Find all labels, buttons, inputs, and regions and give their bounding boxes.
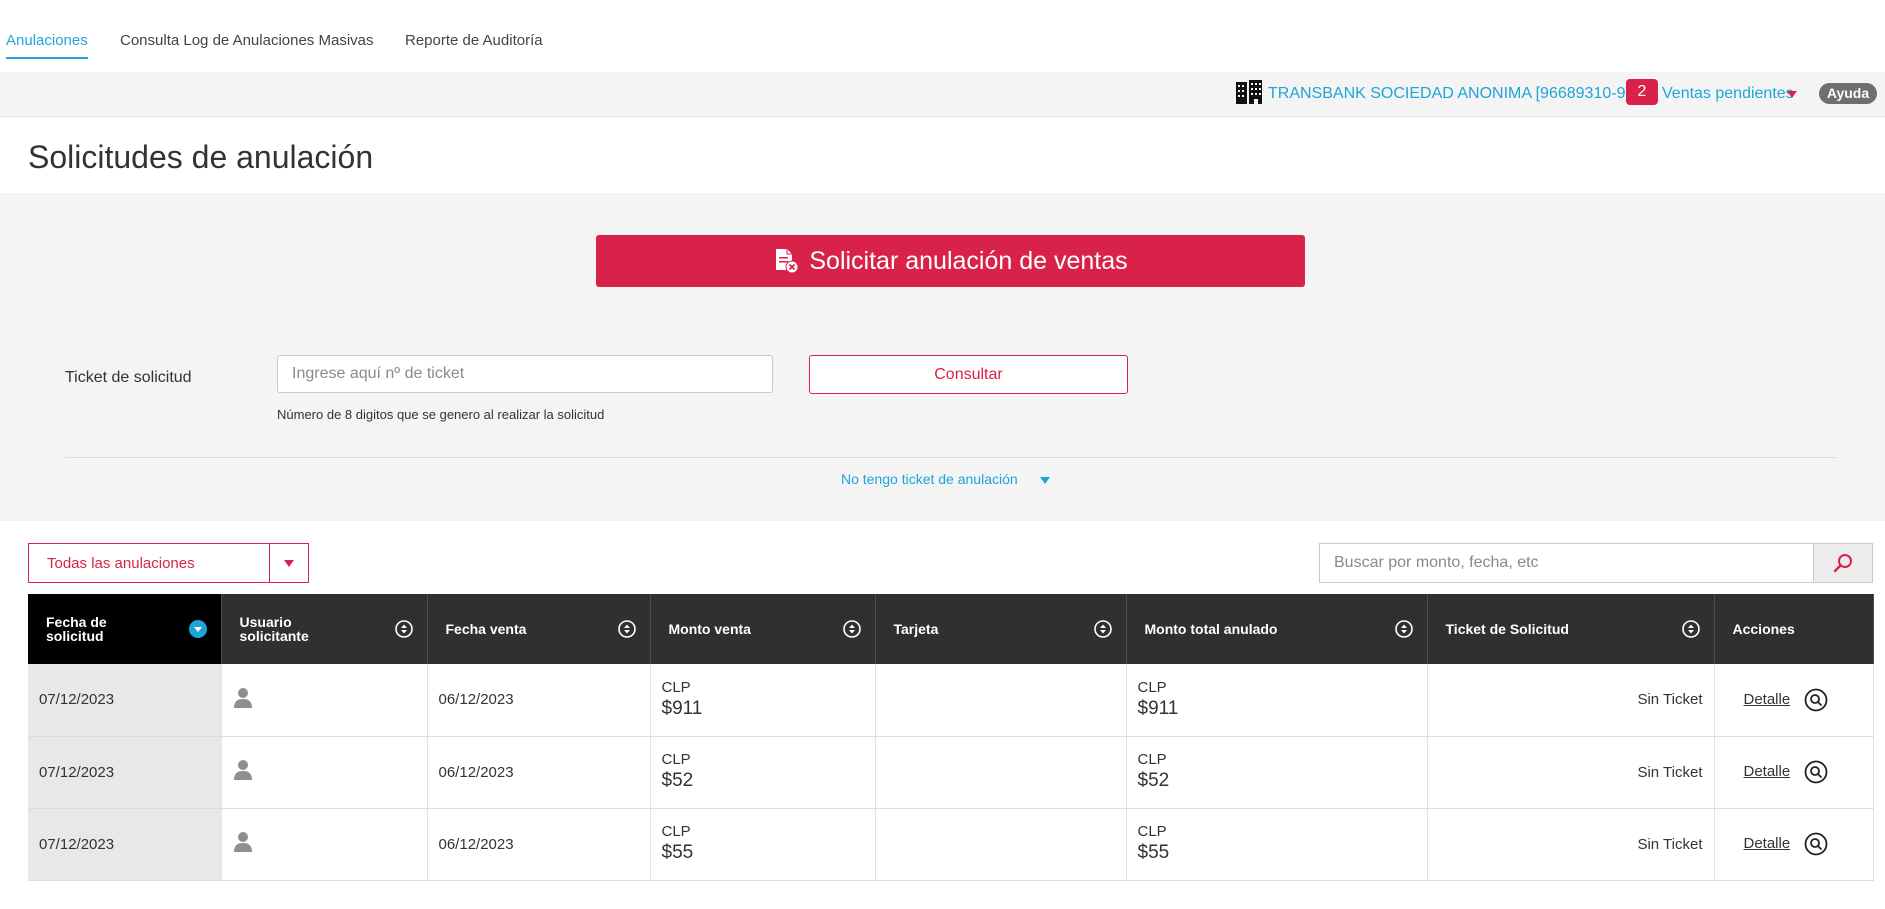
cell-tarjeta bbox=[875, 808, 1127, 881]
sort-icon[interactable] bbox=[394, 620, 413, 638]
annulment-filter-select[interactable]: Todas las anulaciones bbox=[28, 543, 309, 583]
page-title: Solicitudes de anulación bbox=[28, 139, 374, 175]
caret-down-icon[interactable] bbox=[1040, 477, 1050, 484]
search-input[interactable] bbox=[1319, 543, 1813, 583]
amount-value: $55 bbox=[1137, 842, 1170, 863]
amount-value: $52 bbox=[661, 770, 694, 791]
search-icon bbox=[1833, 554, 1852, 573]
search-button[interactable] bbox=[1813, 543, 1873, 583]
request-annulment-label: Solicitar anulación de ventas bbox=[809, 246, 1128, 275]
magnifier-detail-icon[interactable] bbox=[1804, 760, 1828, 784]
cell-acciones: Detalle bbox=[1714, 664, 1874, 737]
user-icon bbox=[233, 760, 252, 780]
cell-tarjeta bbox=[875, 664, 1127, 737]
pending-count-badge: 2 bbox=[1626, 79, 1658, 105]
cell-monto-anulado: CLP $52 bbox=[1126, 736, 1428, 809]
tab-anulaciones[interactable]: Anulaciones bbox=[6, 32, 88, 59]
pending-sales-dropdown[interactable]: Ventas pendientes bbox=[1662, 85, 1794, 103]
top-tabs: Anulaciones Consulta Log de Anulaciones … bbox=[0, 0, 1885, 72]
currency-label: CLP bbox=[1137, 678, 1167, 696]
detail-link[interactable]: Detalle bbox=[1744, 763, 1791, 780]
user-icon bbox=[233, 832, 252, 852]
cell-tarjeta bbox=[875, 736, 1127, 809]
cell-usuario bbox=[221, 808, 428, 881]
company-selector[interactable]: TRANSBANK SOCIEDAD ANONIMA [96689310-9] bbox=[1268, 85, 1630, 103]
cell-monto-venta: CLP $52 bbox=[650, 736, 876, 809]
magnifier-detail-icon[interactable] bbox=[1804, 832, 1828, 856]
building-icon bbox=[1236, 80, 1262, 104]
sort-icon[interactable] bbox=[1394, 620, 1413, 638]
ticket-input[interactable] bbox=[277, 355, 773, 393]
table-row: 07/12/2023 06/12/2023 CLP $55 CLP $55 Si… bbox=[28, 808, 1874, 881]
sort-active-icon[interactable] bbox=[188, 620, 207, 638]
user-icon bbox=[233, 687, 252, 708]
currency-label: CLP bbox=[661, 823, 691, 840]
cell-monto-venta: CLP $55 bbox=[650, 808, 876, 881]
consult-button[interactable]: Consultar bbox=[809, 355, 1128, 394]
request-annulment-button[interactable]: Solicitar anulación de ventas bbox=[596, 235, 1305, 287]
cell-fecha-solicitud: 07/12/2023 bbox=[28, 664, 222, 737]
caret-down-icon[interactable] bbox=[1787, 91, 1797, 98]
currency-label: CLP bbox=[1137, 751, 1167, 768]
table-row: 07/12/2023 06/12/2023 CLP $52 CLP $52 Si… bbox=[28, 736, 1874, 809]
amount-value: $911 bbox=[661, 697, 703, 719]
amount-value: $52 bbox=[1137, 770, 1170, 791]
cell-monto-anulado: CLP $55 bbox=[1126, 808, 1428, 881]
caret-down-icon bbox=[284, 560, 294, 567]
cell-fecha-solicitud: 07/12/2023 bbox=[28, 808, 222, 881]
tab-reporte-auditoria[interactable]: Reporte de Auditoría bbox=[405, 32, 543, 49]
detail-link[interactable]: Detalle bbox=[1744, 691, 1791, 708]
cell-acciones: Detalle bbox=[1714, 736, 1874, 809]
column-header-ticket[interactable]: Ticket de Solicitud bbox=[1427, 594, 1715, 664]
sort-icon[interactable] bbox=[1681, 620, 1700, 638]
column-header-fecha-venta[interactable]: Fecha venta bbox=[427, 594, 651, 664]
no-ticket-link[interactable]: No tengo ticket de anulación bbox=[841, 471, 1018, 487]
sort-icon[interactable] bbox=[842, 620, 861, 638]
cell-fecha-venta: 06/12/2023 bbox=[427, 664, 651, 737]
table-row: 07/12/2023 06/12/2023 CLP $911 CLP $911 bbox=[28, 664, 1874, 737]
company-bar: TRANSBANK SOCIEDAD ANONIMA [96689310-9] … bbox=[0, 72, 1885, 117]
ticket-label: Ticket de solicitud bbox=[65, 369, 192, 386]
cell-ticket: Sin Ticket bbox=[1427, 808, 1715, 881]
magnifier-detail-icon[interactable] bbox=[1804, 688, 1828, 712]
column-header-monto-anulado[interactable]: Monto total anulado bbox=[1126, 594, 1428, 664]
cell-usuario bbox=[221, 736, 428, 809]
divider bbox=[65, 457, 1836, 458]
cell-fecha-solicitud: 07/12/2023 bbox=[28, 736, 222, 809]
currency-label: CLP bbox=[661, 751, 691, 768]
column-header-tarjeta[interactable]: Tarjeta bbox=[875, 594, 1127, 664]
column-header-monto-venta[interactable]: Monto venta bbox=[650, 594, 876, 664]
currency-label: CLP bbox=[661, 678, 691, 696]
column-header-fecha-solicitud[interactable]: Fecha de solicitud bbox=[28, 594, 222, 664]
cell-ticket: Sin Ticket bbox=[1427, 664, 1715, 737]
tab-consulta-log[interactable]: Consulta Log de Anulaciones Masivas bbox=[120, 32, 374, 49]
table-header-row: Fecha de solicitud Usuario solicitante F… bbox=[28, 594, 1874, 664]
cell-fecha-venta: 06/12/2023 bbox=[427, 736, 651, 809]
amount-value: $911 bbox=[1137, 697, 1179, 719]
detail-link[interactable]: Detalle bbox=[1744, 835, 1791, 852]
cell-acciones: Detalle bbox=[1714, 808, 1874, 881]
cell-fecha-venta: 06/12/2023 bbox=[427, 808, 651, 881]
cell-usuario bbox=[221, 664, 428, 737]
ticket-hint: Número de 8 digitos que se genero al rea… bbox=[277, 407, 605, 422]
divider bbox=[269, 544, 270, 582]
request-panel: Solicitar anulación de ventas Ticket de … bbox=[0, 193, 1885, 521]
column-header-acciones: Acciones bbox=[1714, 594, 1874, 664]
annulments-table: Fecha de solicitud Usuario solicitante F… bbox=[28, 594, 1874, 881]
sort-icon[interactable] bbox=[617, 620, 636, 638]
cell-monto-venta: CLP $911 bbox=[650, 664, 876, 737]
cell-monto-anulado: CLP $911 bbox=[1126, 664, 1428, 737]
help-button[interactable]: Ayuda bbox=[1819, 83, 1877, 104]
amount-value: $55 bbox=[661, 842, 694, 863]
currency-label: CLP bbox=[1137, 823, 1167, 840]
cell-ticket: Sin Ticket bbox=[1427, 736, 1715, 809]
column-header-usuario[interactable]: Usuario solicitante bbox=[221, 594, 428, 664]
filter-selected-value: Todas las anulaciones bbox=[47, 555, 195, 572]
document-cancel-icon bbox=[776, 249, 799, 274]
sort-icon[interactable] bbox=[1093, 620, 1112, 638]
